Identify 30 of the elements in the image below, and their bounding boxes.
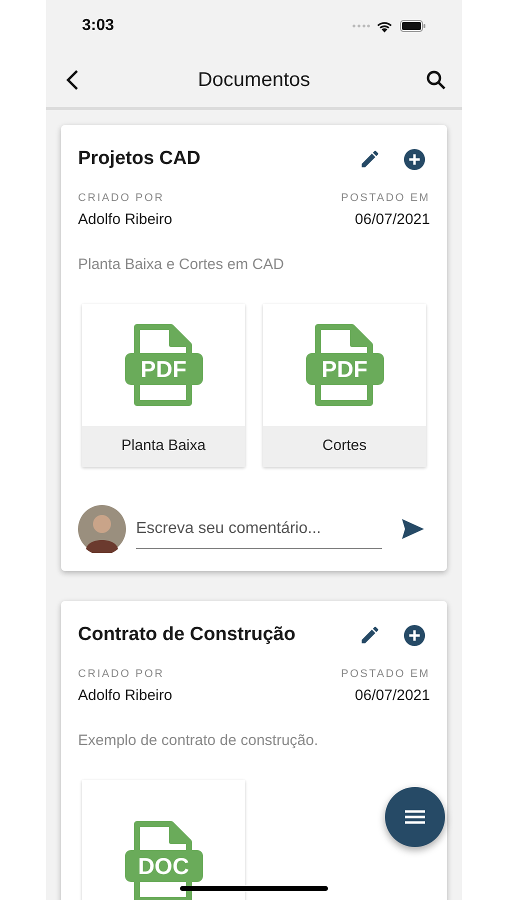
screen-title: Documentos xyxy=(196,68,312,92)
wifi-icon xyxy=(376,20,393,32)
card-title: Contrato de Construção xyxy=(78,623,296,647)
status-time: 3:03 xyxy=(82,16,116,36)
posted-label: POSTADO EM xyxy=(340,666,430,682)
created-by-label: CRIADO POR xyxy=(78,190,166,206)
attachment-tile[interactable]: PDF Cortes xyxy=(263,304,426,467)
avatar xyxy=(78,505,126,553)
battery-icon xyxy=(400,20,426,32)
created-by-label: CRIADO POR xyxy=(78,666,166,682)
attachment-name: Cortes xyxy=(263,426,426,467)
posted-label: POSTADO EM xyxy=(340,190,430,206)
file-type-label: PDF xyxy=(124,353,202,385)
attachment-tile[interactable]: PDF Planta Baixa xyxy=(82,304,245,467)
signal-icon xyxy=(352,24,370,28)
author-name: Adolfo Ribeiro xyxy=(78,686,172,706)
author-name: Adolfo Ribeiro xyxy=(78,210,172,230)
card-description: Planta Baixa e Cortes em CAD xyxy=(78,254,285,274)
add-icon[interactable] xyxy=(402,147,426,172)
posted-date: 06/07/2021 xyxy=(354,686,430,706)
add-icon[interactable] xyxy=(402,623,426,648)
menu-icon xyxy=(405,810,425,824)
send-icon[interactable] xyxy=(400,516,426,542)
file-type-label: DOC xyxy=(124,850,202,882)
posted-date: 06/07/2021 xyxy=(354,210,430,230)
attachment-name: Planta Baixa xyxy=(82,426,245,467)
comment-field[interactable]: Escreva seu comentário... xyxy=(136,509,382,549)
file-type-label: PDF xyxy=(306,353,384,385)
card-title: Projetos CAD xyxy=(78,147,202,171)
card-description: Exemplo de contrato de construção. xyxy=(78,730,320,750)
